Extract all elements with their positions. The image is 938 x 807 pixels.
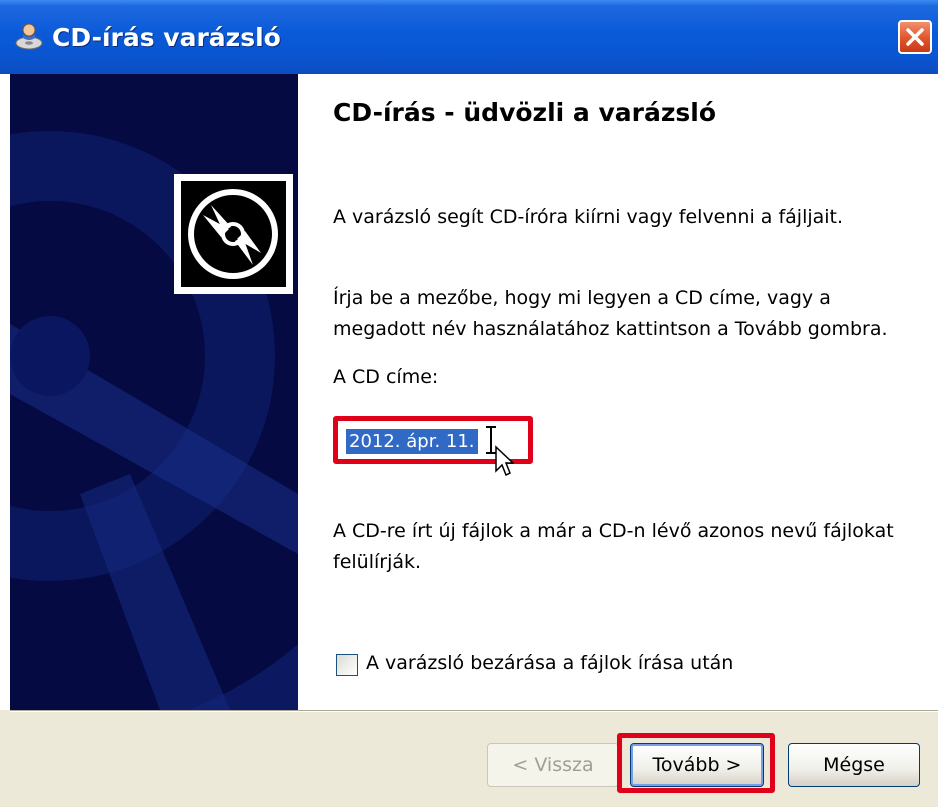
close-button[interactable]: [898, 20, 932, 54]
cancel-button[interactable]: Mégse: [788, 743, 920, 787]
title-bar[interactable]: CD-írás varázsló: [0, 0, 938, 74]
back-button[interactable]: < Vissza: [487, 743, 619, 787]
banner-artwork: [10, 131, 298, 710]
separator-highlight: [10, 711, 938, 712]
wizard-heading: CD-írás - üdvözli a varázsló: [333, 98, 717, 127]
next-button[interactable]: Tovább >: [630, 743, 764, 787]
mouse-pointer-icon: [495, 445, 514, 477]
overwrite-note: A CD-re írt új fájlok a már a CD-n lévő …: [333, 520, 894, 573]
cd-disc-icon: [188, 189, 278, 279]
cd-title-value: 2012. ápr. 11.: [346, 429, 478, 454]
cd-title-label: A CD címe:: [333, 366, 439, 388]
cd-writing-wizard-window: CD-írás varázsló CD-írás - üdvözli a var…: [0, 0, 938, 807]
cd-burner-icon: [14, 22, 44, 52]
cd-disc-icon-frame: [174, 174, 293, 294]
intro-text: A varázsló segít CD-íróra kiírni vagy fe…: [333, 206, 844, 228]
wizard-banner: [10, 74, 298, 710]
instruction-text: Írja be a mezőbe, hogy mi legyen a CD cí…: [333, 287, 888, 340]
window-title: CD-írás varázsló: [52, 23, 281, 52]
close-after-writing-checkbox[interactable]: [336, 654, 358, 676]
close-after-writing-label[interactable]: A varázsló bezárása a fájlok írása után: [366, 652, 733, 674]
close-icon: [906, 28, 924, 46]
